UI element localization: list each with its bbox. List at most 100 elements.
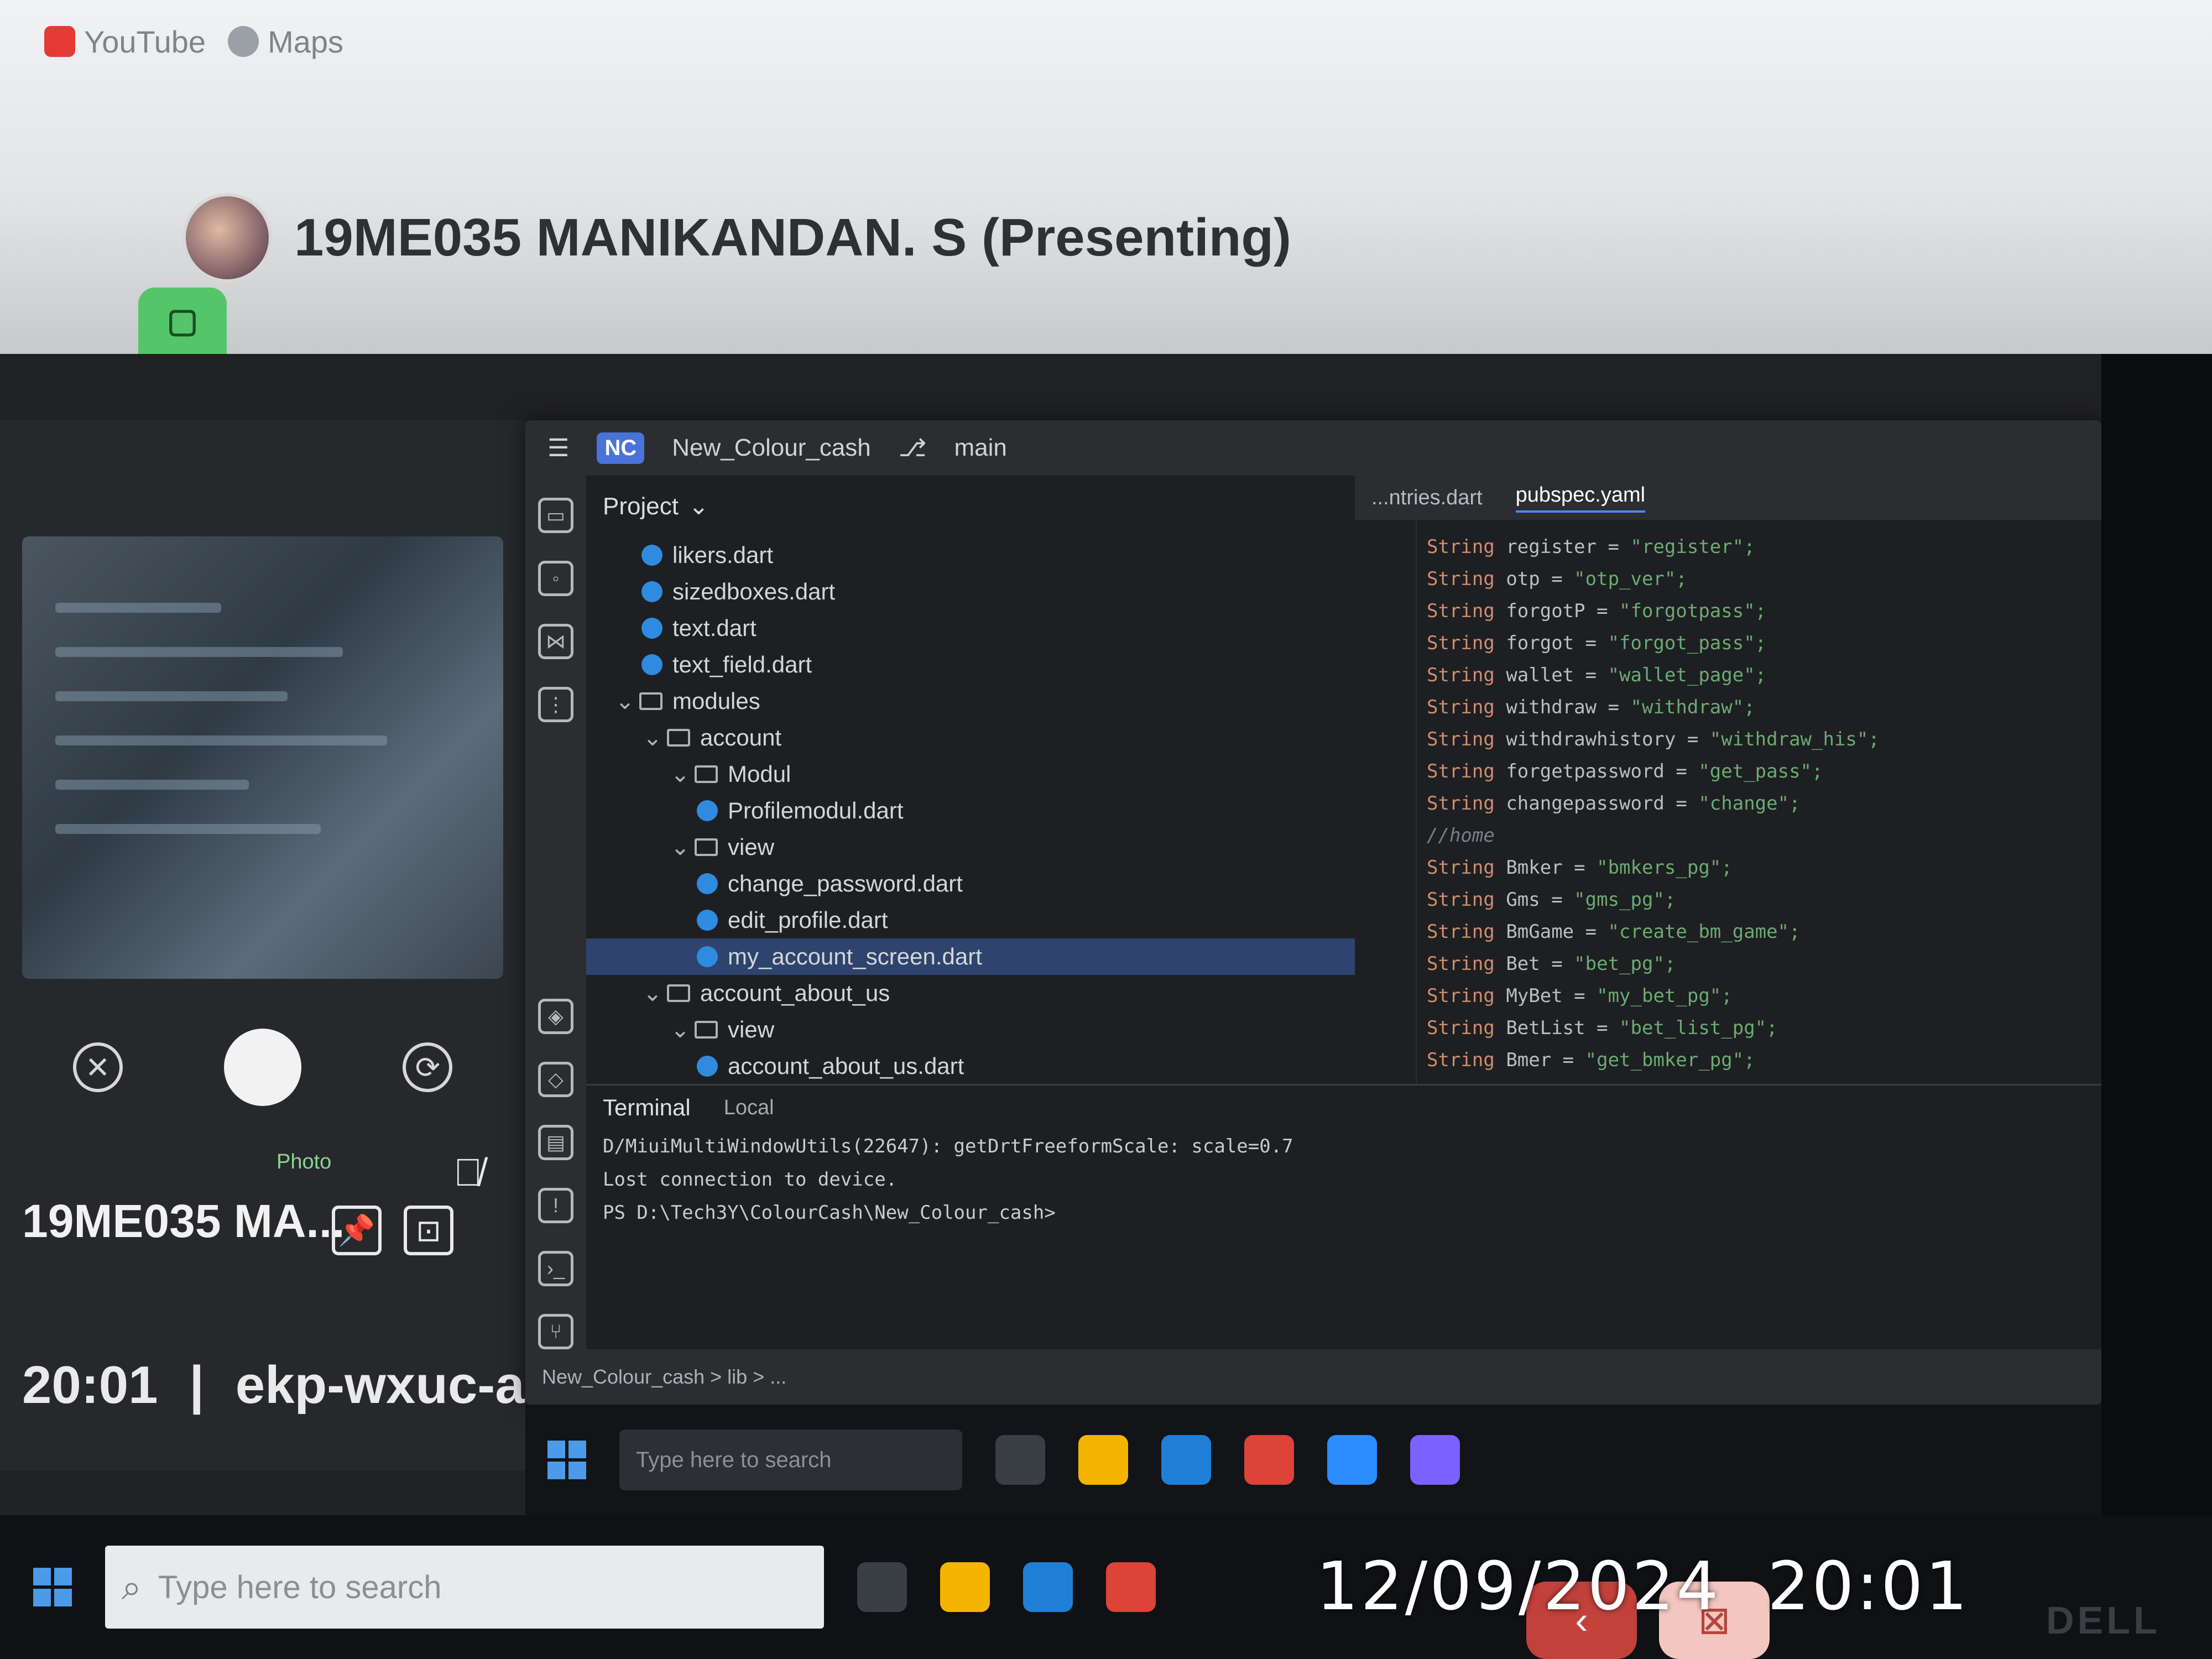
taskbar-search-box[interactable]: ⌕ Type here to search — [105, 1546, 824, 1629]
chevron-down-icon[interactable]: ⌄ — [669, 756, 691, 792]
tree-label: text_field.dart — [672, 651, 812, 677]
terminal-title[interactable]: Terminal — [603, 1094, 691, 1121]
windows-start-icon[interactable] — [33, 1568, 72, 1606]
structure-icon[interactable]: ⋈ — [538, 624, 573, 659]
terminal-icon[interactable]: ›_ — [538, 1251, 573, 1286]
editor-tab[interactable]: ...ntries.dart — [1371, 486, 1483, 510]
chip-icon: ▢ — [166, 302, 199, 339]
editor-tab-active[interactable]: pubspec.yaml — [1515, 483, 1646, 513]
bookmark-maps[interactable]: Maps — [228, 24, 343, 60]
mic-off-icon[interactable]: 🎙̸ — [453, 1150, 483, 1194]
tree-file[interactable]: text.dart — [586, 610, 1355, 646]
tree-file[interactable]: edit_profile.dart — [586, 902, 1355, 938]
more-icon[interactable]: ⋮ — [538, 687, 573, 722]
chevron-down-icon[interactable]: ⌄ — [641, 975, 664, 1011]
problems-icon[interactable]: ! — [538, 1188, 573, 1223]
chevron-down-icon: ⌄ — [688, 493, 709, 520]
bookmarks-bar: YouTube Maps — [0, 0, 2212, 83]
code-line: String otp = "otp_ver"; — [1427, 568, 1687, 590]
chrome-icon[interactable] — [1106, 1562, 1156, 1612]
terminal-local-tab[interactable]: Local — [724, 1096, 774, 1120]
project-name[interactable]: New_Colour_cash — [672, 434, 871, 462]
terminal-panel: Terminal Local D/MiuiMultiWindowUtils(22… — [586, 1084, 2101, 1351]
file-explorer-icon[interactable] — [940, 1562, 990, 1612]
close-icon[interactable]: ✕ — [72, 1042, 123, 1092]
code-line: String changepassword = "change"; — [1427, 792, 1801, 815]
folder-icon — [695, 838, 718, 856]
camera-controls: ✕ ⟳ — [22, 995, 503, 1139]
code-line: //home — [1427, 825, 1495, 847]
dart-file-icon — [697, 1056, 718, 1077]
task-view-icon[interactable] — [995, 1435, 1045, 1485]
tree-folder[interactable]: ⌄ view — [586, 1011, 1355, 1048]
edge-icon[interactable] — [1023, 1562, 1073, 1612]
file-explorer-icon[interactable] — [1078, 1435, 1128, 1485]
terminal-prompt[interactable]: PS D:\Tech3Y\ColourCash\New_Colour_cash> — [586, 1196, 2101, 1229]
database-icon[interactable]: ▤ — [538, 1125, 573, 1160]
bookmark-youtube[interactable]: YouTube — [44, 24, 206, 60]
tree-label: view — [728, 834, 775, 860]
chrome-icon[interactable] — [1244, 1435, 1294, 1485]
chevron-down-icon[interactable]: ⌄ — [614, 683, 636, 719]
branch-name[interactable]: main — [954, 434, 1006, 462]
meeting-time: 20:01 — [22, 1355, 158, 1415]
tile-tools: 📌 ⊡ — [332, 1206, 453, 1255]
chevron-down-icon[interactable]: ⌄ — [669, 1011, 691, 1048]
tree-label: change_password.dart — [728, 870, 963, 896]
tree-file[interactable]: account_about_us.dart — [586, 1048, 1355, 1084]
flutter-icon[interactable]: ◈ — [538, 999, 573, 1034]
services-icon[interactable]: ◇ — [538, 1062, 573, 1097]
code-editor[interactable]: String register = "register"; String otp … — [1355, 520, 2101, 1084]
chevron-down-icon[interactable]: ⌄ — [641, 719, 664, 756]
switch-camera-icon[interactable]: ⟳ — [403, 1042, 453, 1092]
tree-label: sizedboxes.dart — [672, 578, 836, 604]
dart-file-icon — [641, 654, 662, 675]
branch-icon: ⎇ — [898, 434, 927, 462]
pin-icon[interactable]: 📌 — [332, 1206, 382, 1255]
hamburger-icon[interactable]: ☰ — [547, 434, 569, 462]
laptop-brand: DELL — [2046, 1599, 2161, 1642]
tree-file[interactable]: text_field.dart — [586, 646, 1355, 683]
tree-file[interactable]: Profilemodul.dart — [586, 792, 1355, 829]
windows-start-icon[interactable] — [547, 1441, 586, 1479]
dart-file-icon — [641, 618, 662, 639]
code-line: //my account — [1427, 1076, 1880, 1084]
status-path[interactable]: New_Colour_cash > lib > ... — [542, 1365, 786, 1389]
tree-file[interactable]: sizedboxes.dart — [586, 573, 1355, 610]
code-line: String forgetpassword = "get_pass"; — [1427, 760, 1823, 782]
tree-file[interactable]: change_password.dart — [586, 865, 1355, 902]
shared-search-box[interactable]: Type here to search — [619, 1430, 962, 1490]
shutter-button[interactable] — [223, 1029, 301, 1106]
tree-folder[interactable]: ⌄ view — [586, 829, 1355, 865]
project-badge: NC — [597, 432, 645, 464]
presenter-avatar — [182, 193, 272, 283]
maps-icon — [228, 26, 259, 57]
dart-file-icon — [697, 910, 718, 931]
commit-icon[interactable]: ◦ — [538, 561, 573, 596]
telegram-icon[interactable] — [1327, 1435, 1377, 1485]
present-icon[interactable]: ⊡ — [404, 1206, 453, 1255]
folder-icon — [639, 692, 662, 710]
editor-tabs: ...ntries.dart pubspec.yaml — [1355, 476, 2101, 520]
tree-folder[interactable]: ⌄ account_about_us — [586, 975, 1355, 1011]
project-panel-title[interactable]: Project ⌄ — [586, 476, 1355, 537]
code-content: String register = "register"; String otp … — [1427, 531, 1880, 1084]
photo-mode-label[interactable]: Photo — [276, 1150, 331, 1174]
tree-label: view — [728, 1016, 775, 1042]
git-icon[interactable]: ⑂ — [538, 1314, 573, 1349]
folder-icon[interactable]: ▭ — [538, 498, 573, 533]
tree-file[interactable]: my_account_screen.dart — [586, 938, 1355, 975]
task-view-icon[interactable] — [857, 1562, 907, 1612]
edge-icon[interactable] — [1161, 1435, 1211, 1485]
app-icon[interactable] — [1410, 1435, 1460, 1485]
tree-folder[interactable]: ⌄ modules — [586, 683, 1355, 719]
chevron-down-icon[interactable]: ⌄ — [669, 829, 691, 865]
tree-file[interactable]: likers.dart — [586, 537, 1355, 573]
bookmark-label: YouTube — [84, 24, 206, 59]
tree-folder[interactable]: ⌄ Modul — [586, 756, 1355, 792]
terminal-line: Lost connection to device. — [603, 1168, 898, 1191]
meet-green-chip[interactable]: ▢ — [138, 288, 227, 354]
camera-preview — [22, 536, 503, 979]
tree-folder[interactable]: ⌄ account — [586, 719, 1355, 756]
dart-file-icon — [697, 800, 718, 821]
